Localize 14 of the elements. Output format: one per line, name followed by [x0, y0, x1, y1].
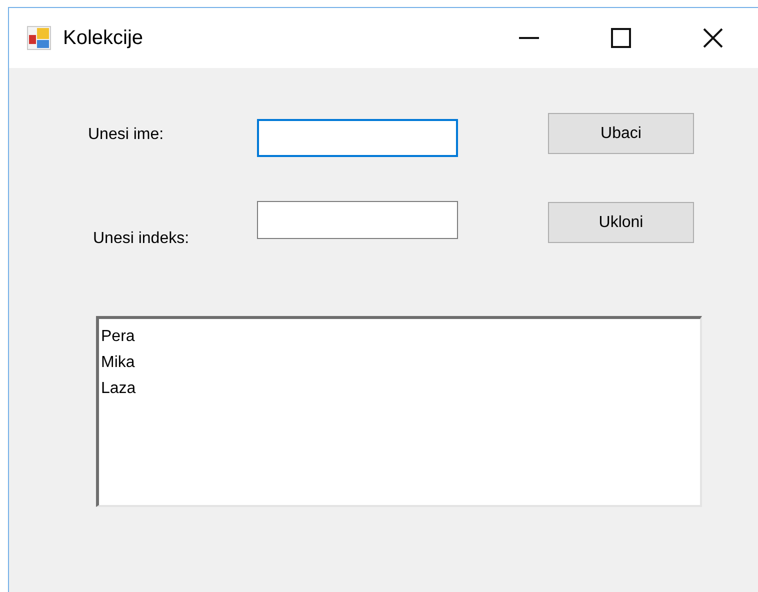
window-title: Kolekcije [63, 26, 144, 50]
list-box[interactable]: Pera Mika Laza [96, 316, 702, 507]
close-icon[interactable] [703, 28, 723, 48]
field-label: Unesi indeks: [93, 230, 190, 248]
field-label: Unesi ime: [88, 126, 165, 144]
action-button[interactable]: Ukloni [548, 202, 694, 243]
action-button[interactable]: Ubaci [548, 113, 694, 154]
app-icon [27, 26, 51, 50]
list-item[interactable]: Laza [101, 376, 700, 402]
list-item[interactable]: Mika [101, 350, 700, 376]
maximize-icon[interactable] [611, 28, 631, 48]
input-field[interactable] [257, 119, 458, 157]
list-item[interactable]: Pera [101, 324, 700, 350]
input-field[interactable] [257, 201, 458, 239]
